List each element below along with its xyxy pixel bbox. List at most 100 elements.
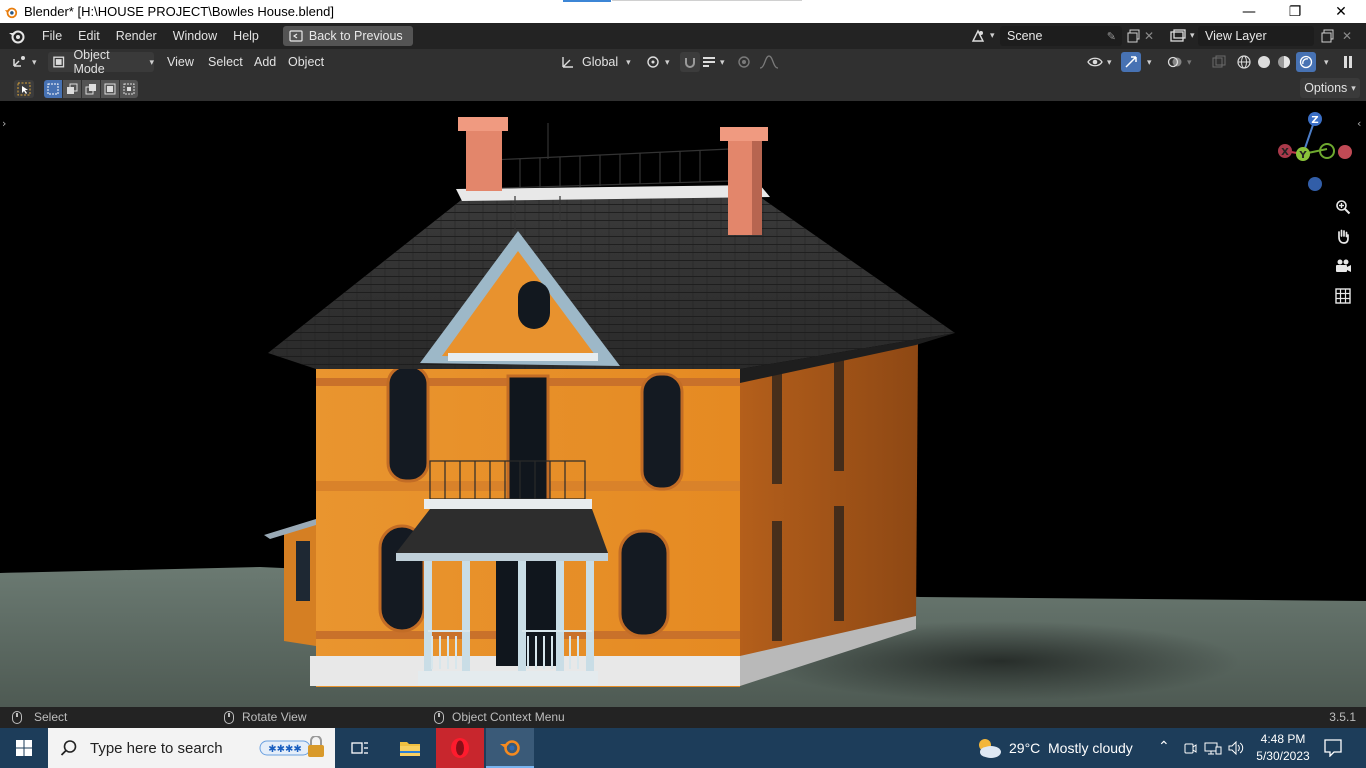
weather-temperature[interactable]: 29°C (1009, 740, 1040, 756)
overlay-toggle[interactable]: ▾ (1167, 52, 1192, 72)
rendered-shading-button[interactable] (1296, 52, 1316, 72)
right-mouse-icon (434, 710, 444, 724)
view-layer-browse-button[interactable]: ▾ (1170, 26, 1198, 46)
snap-toggle[interactable] (680, 52, 700, 72)
toolbar-expand-icon[interactable]: › (2, 117, 6, 130)
active-tool-button[interactable] (14, 80, 34, 98)
sidebar-toggle[interactable] (1340, 52, 1356, 72)
xray-icon (1212, 55, 1226, 68)
gizmo-toggle[interactable] (1121, 52, 1141, 72)
editor-type-button[interactable]: ▾ (12, 52, 37, 72)
opera-browser-button[interactable] (436, 728, 484, 768)
show-hidden-icons-chevron-icon[interactable]: ⌃ (1158, 738, 1170, 755)
rendered-shading-icon (1299, 55, 1313, 69)
upper-window-right (640, 372, 684, 491)
snap-increment-icon (703, 57, 715, 67)
windows-taskbar: Type here to search ✱✱✱✱ 29°C Mostly clo… (0, 728, 1366, 768)
menu-file[interactable]: File (34, 25, 70, 47)
menu-select[interactable]: Select (208, 52, 243, 72)
object-mode-label: Object Mode (73, 48, 110, 76)
proportional-falloff-button[interactable] (759, 52, 779, 72)
view-layer-name-field[interactable]: View Layer (1198, 26, 1314, 46)
menu-add[interactable]: Add (254, 52, 276, 72)
chimney-left (466, 123, 502, 191)
camera-view-icon[interactable] (1332, 255, 1354, 277)
pivot-point-button[interactable]: ▾ (645, 52, 670, 72)
new-view-layer-icon[interactable] (1318, 26, 1338, 46)
scene-dropdown-icon: ▾ (990, 31, 995, 41)
new-scene-icon[interactable] (1124, 26, 1144, 46)
menu-view[interactable]: View (167, 52, 194, 72)
side-window (834, 506, 844, 621)
menu-help[interactable]: Help (225, 25, 267, 47)
close-button[interactable]: ✕ (1318, 0, 1364, 23)
options-dropdown[interactable]: Options ▾ (1300, 78, 1360, 98)
3d-viewport[interactable]: › ‹ Z Y X (0, 101, 1366, 707)
back-to-previous-button[interactable]: Back to Previous (282, 26, 413, 46)
object-mode-dropdown[interactable]: Object Mode ▾ (48, 48, 154, 76)
delete-view-layer-icon[interactable]: ✕ (1342, 26, 1356, 46)
window-title: Blender* [H:\HOUSE PROJECT\Bowles House.… (24, 4, 334, 19)
grid-perspective-icon[interactable] (1332, 285, 1354, 307)
chimney-left-cap (458, 117, 508, 131)
meet-now-icon[interactable] (1183, 741, 1197, 755)
solid-shading-icon[interactable] (1256, 54, 1272, 70)
network-icon[interactable] (1204, 741, 1222, 755)
transform-orientation-dropdown[interactable]: Global ▾ (560, 52, 636, 72)
proportional-edit-icon (738, 56, 750, 68)
blender-taskbar-button[interactable] (486, 728, 534, 768)
clock-date[interactable]: 5/30/2023 (1252, 749, 1314, 763)
taskbar-search-box[interactable]: Type here to search ✱✱✱✱ (48, 728, 335, 768)
notification-icon[interactable] (1324, 739, 1342, 757)
minimize-button[interactable]: — (1226, 0, 1272, 23)
extend-selection-button[interactable] (63, 80, 81, 98)
xray-toggle[interactable] (1212, 52, 1226, 72)
left-mouse-icon (12, 710, 22, 724)
gable-sill (448, 353, 598, 361)
balcony-floor (424, 499, 592, 509)
blender-menu-icon[interactable] (8, 27, 26, 45)
menu-object[interactable]: Object (288, 52, 324, 72)
navigation-gizmo[interactable]: Z Y X (1272, 109, 1358, 199)
menu-window[interactable]: Window (165, 25, 225, 47)
pin-icon[interactable]: ✎ (1107, 30, 1116, 43)
proportional-edit-toggle[interactable] (737, 52, 755, 72)
intersect-selection-button[interactable] (120, 80, 138, 98)
search-icon (60, 740, 77, 756)
zoom-icon[interactable] (1332, 196, 1354, 218)
visibility-button[interactable]: ▾ (1087, 52, 1112, 72)
gizmo-chevron-icon[interactable]: ▾ (1147, 52, 1152, 72)
set-new-selection-button[interactable] (44, 80, 62, 98)
shading-chevron-icon[interactable]: ▾ (1324, 57, 1329, 68)
status-context-label: Object Context Menu (452, 710, 565, 724)
snap-target-button[interactable]: ▾ (702, 52, 725, 72)
material-shading-icon[interactable] (1276, 54, 1292, 70)
pan-hand-icon[interactable] (1332, 225, 1354, 247)
svg-text:✱✱✱✱: ✱✱✱✱ (268, 744, 302, 755)
file-explorer-button[interactable] (386, 728, 434, 768)
volume-icon[interactable] (1227, 741, 1245, 755)
gizmo-x-label: X (1281, 147, 1289, 158)
wireframe-shading-icon[interactable] (1236, 54, 1252, 70)
weather-cloud-icon[interactable] (975, 736, 1003, 760)
scene-browse-button[interactable]: ▾ (970, 26, 998, 46)
menu-render[interactable]: Render (108, 25, 165, 47)
task-view-button[interactable] (336, 728, 384, 768)
rendered-house-scene[interactable]: › ‹ (0, 101, 1366, 707)
invert-selection-button[interactable] (101, 80, 119, 98)
weather-description[interactable]: Mostly cloudy (1048, 740, 1133, 756)
gizmo-neg-x-icon[interactable] (1338, 145, 1352, 159)
back-screen-icon (289, 30, 303, 42)
scene-name: Scene (1007, 29, 1043, 43)
scene-name-field[interactable]: Scene ✎ (1000, 26, 1122, 46)
subtract-selection-button[interactable] (82, 80, 100, 98)
status-rotate-label: Rotate View (242, 710, 307, 724)
chimney-right-cap (720, 127, 768, 141)
delete-scene-icon[interactable]: ✕ (1144, 26, 1158, 46)
gizmo-y-label: Y (1298, 150, 1307, 161)
menu-edit[interactable]: Edit (70, 25, 108, 47)
maximize-button[interactable]: ❐ (1272, 0, 1318, 23)
gizmo-neg-z-icon[interactable] (1308, 177, 1322, 191)
clock-time[interactable]: 4:48 PM (1258, 732, 1308, 746)
start-button[interactable] (0, 728, 48, 768)
